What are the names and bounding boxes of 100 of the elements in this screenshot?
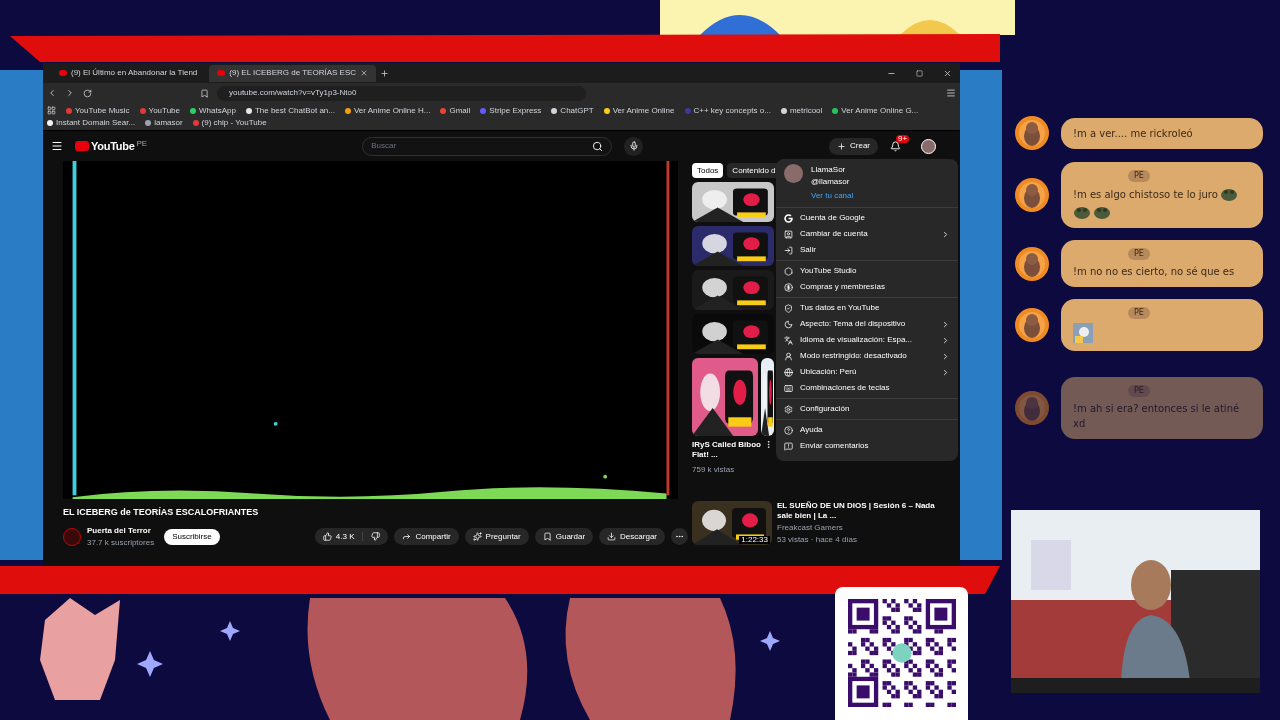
emote-icon <box>1219 186 1238 202</box>
more-button[interactable] <box>671 528 688 545</box>
emote-icon <box>1093 204 1111 220</box>
more-icon <box>675 532 684 541</box>
back-icon[interactable] <box>47 88 57 98</box>
channel-name[interactable]: Puerta del Terror <box>87 524 155 537</box>
country-badge: PE <box>1128 170 1150 182</box>
avatar-icon <box>1015 246 1049 281</box>
notification-count: 9+ <box>896 134 910 143</box>
reload-icon[interactable] <box>83 88 92 98</box>
bookmark-item[interactable]: Instant Domain Sear... <box>47 117 136 128</box>
maximize-icon[interactable] <box>916 69 923 77</box>
avatar-icon <box>1015 116 1049 150</box>
menu-item[interactable]: Compras y membresías <box>776 279 958 295</box>
search-field[interactable]: Buscar <box>362 136 613 156</box>
menu-item[interactable]: Salir <box>776 242 958 258</box>
star-icon <box>760 631 780 651</box>
subscribe-button[interactable]: Suscribirse <box>164 528 220 545</box>
duration-badge: 1:22:33 <box>739 536 770 544</box>
bookmark-item[interactable]: WhatsApp <box>190 105 236 116</box>
mic-icon <box>628 141 639 151</box>
close-icon[interactable] <box>943 68 952 78</box>
menu-item[interactable]: Combinaciones de teclas <box>776 380 958 396</box>
menu-item[interactable]: Modo restringido: desactivado <box>776 348 958 364</box>
account-name: LlamaSor <box>811 164 847 176</box>
menu-item[interactable]: Configuración <box>776 401 958 417</box>
menu-icon[interactable] <box>51 140 63 152</box>
channel-link[interactable]: Ver tu canal <box>811 190 854 202</box>
menu-item[interactable]: Cambiar de cuenta <box>776 226 958 242</box>
browser-tab[interactable]: (9) El Último en Abandonar la Tiend <box>51 64 206 82</box>
more-icon[interactable] <box>764 440 773 449</box>
video-title: EL SUEÑO DE UN DIOS | Sesión 6 – Nada sale bien | La ... <box>777 501 936 521</box>
menu-item[interactable]: Ayuda <box>776 422 958 438</box>
apps-icon[interactable] <box>47 106 56 115</box>
switch-account-icon <box>784 229 793 239</box>
account-avatar-icon[interactable] <box>921 138 936 154</box>
browser-tab[interactable]: (9) EL ICEBERG de TEORÍAS ESC <box>209 64 376 82</box>
create-button[interactable]: Crear <box>829 137 878 155</box>
bookmark-item[interactable]: lamasor <box>145 117 183 128</box>
menu-item[interactable]: YouTube Studio <box>776 263 958 279</box>
keyboard-icon <box>784 383 793 393</box>
globe-icon <box>784 367 793 377</box>
star-icon <box>220 621 240 641</box>
menu-item[interactable]: Ubicación: Perú <box>776 364 958 380</box>
subscriber-count: 37.7 k suscriptores <box>87 536 155 549</box>
menu-item[interactable]: Aspecto: Tema del dispositivo <box>776 316 958 332</box>
bookmark-item[interactable]: Ver Anime Online <box>603 105 675 116</box>
filter-chip[interactable]: Todos <box>692 163 724 178</box>
menu-item[interactable]: Tus datos en YouTube <box>776 300 958 316</box>
country-badge: PE <box>1128 307 1150 319</box>
bookmark-item[interactable]: (9) chip - YouTube <box>192 117 267 128</box>
menu-item[interactable]: Cuenta de Google <box>776 210 958 226</box>
bookmark-item[interactable]: The best ChatBot an... <box>245 105 335 116</box>
action-button[interactable]: Guardar <box>534 528 594 545</box>
menu-item[interactable]: Idioma de visualización: Espa... <box>776 332 958 348</box>
avatar-icon <box>1015 178 1049 212</box>
chat-message: !m no no es cierto, no sé que es <box>1073 265 1236 279</box>
download-icon <box>607 532 617 541</box>
menu-item[interactable]: Enviar comentarios <box>776 438 958 454</box>
like-button[interactable]: 4.3 K <box>314 530 363 543</box>
bookmark-item[interactable]: ChatGPT <box>551 105 594 116</box>
bookmark-item[interactable]: YouTube Music <box>66 105 130 116</box>
search-icon[interactable] <box>592 140 604 152</box>
address-bar[interactable]: youtube.com/watch?v=vTy1p3-Nto0 <box>217 85 586 101</box>
video-title: IRyS Called Biboo Flat! ... <box>692 440 762 460</box>
notifications-icon[interactable] <box>890 140 901 152</box>
mic-button[interactable] <box>624 136 644 156</box>
bookmark-item[interactable]: YouTube <box>139 105 180 116</box>
sign-in-icon <box>784 245 793 255</box>
avatar-icon <box>1015 391 1049 425</box>
share-icon <box>402 532 412 541</box>
close-icon[interactable] <box>360 69 368 77</box>
bookmark-item[interactable]: C++ key concepts o... <box>684 105 771 116</box>
forward-icon[interactable] <box>65 88 75 98</box>
bookmark-icon <box>542 532 552 541</box>
bookmark-item[interactable]: Ver Anime Online H... <box>344 105 431 116</box>
country-badge: PE <box>1128 248 1150 260</box>
thumbs-up-icon <box>322 532 332 541</box>
translate-icon <box>784 335 793 345</box>
bookmark-item[interactable]: Ver Anime Online G... <box>832 105 919 116</box>
action-button[interactable]: Descargar <box>599 528 665 545</box>
action-button[interactable]: Preguntar <box>464 528 529 545</box>
channel-avatar-icon[interactable] <box>63 527 81 546</box>
new-tab-icon[interactable] <box>380 68 389 78</box>
star-icon <box>137 651 163 677</box>
video-title: EL ICEBERG de TEORÍAS ESCALOFRIANTES <box>63 506 260 519</box>
shield-icon <box>784 303 793 313</box>
google-icon <box>784 213 793 223</box>
bookmark-item[interactable]: Stripe Express <box>480 105 542 116</box>
bookmark-item[interactable]: Gmail <box>440 105 471 116</box>
youtube-favicon-icon <box>59 70 67 76</box>
bookmark-icon[interactable] <box>200 88 209 98</box>
play-logo-icon <box>75 141 89 151</box>
account-handle: @llamasor <box>811 176 851 188</box>
action-button[interactable]: Compartir <box>394 528 459 545</box>
hexagon-icon <box>784 266 793 276</box>
channel-name[interactable]: Freakcast Gamers <box>777 522 947 534</box>
bookmark-item[interactable]: metricool <box>780 105 823 116</box>
video-meta: 53 vistas · hace 4 días <box>777 534 859 546</box>
chevron-icon <box>941 229 950 239</box>
